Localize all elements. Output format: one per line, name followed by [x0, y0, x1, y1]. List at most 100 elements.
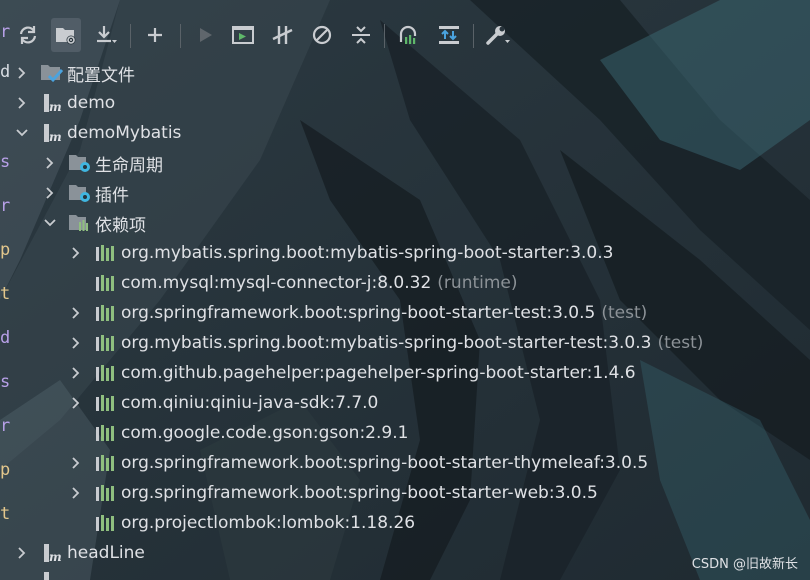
chevron-right-icon[interactable]	[12, 88, 32, 118]
toolbar-separator	[384, 24, 385, 48]
add-icon	[148, 28, 162, 42]
dependency-scope: (runtime)	[437, 273, 518, 293]
show-dependencies-button[interactable]	[394, 18, 424, 52]
tree-node-label: 生命周期	[95, 155, 163, 176]
tree-node-label: demo	[67, 93, 116, 113]
tree-node-project-demo[interactable]: m demo	[12, 88, 115, 118]
analyze-dependencies-button[interactable]	[434, 18, 464, 52]
dependency-item[interactable]: org.projectlombok:lombok:1.18.26	[66, 508, 421, 538]
chevron-right-icon[interactable]	[66, 298, 86, 328]
toolbar-separator	[473, 24, 474, 48]
download-button[interactable]	[91, 18, 121, 52]
code-glyph: r	[0, 416, 11, 436]
chevron-right-icon[interactable]	[40, 178, 60, 208]
generate-sources-button[interactable]	[51, 18, 81, 52]
chevron-right-icon[interactable]	[12, 538, 32, 568]
chevron-right-icon[interactable]	[12, 58, 32, 88]
dependency-label: org.mybatis.spring.boot:mybatis-spring-b…	[121, 243, 614, 263]
run-icon	[200, 28, 212, 42]
tree-node-dependencies[interactable]: 依赖项	[40, 208, 146, 238]
add-button[interactable]	[140, 18, 170, 52]
library-bars-icon	[94, 361, 118, 385]
dependency-label: com.qiniu:qiniu-java-sdk:7.7.0	[121, 393, 379, 413]
dependency-item[interactable]: org.springframework.boot:spring-boot-sta…	[66, 298, 647, 328]
download-icon	[97, 26, 117, 43]
dependency-label: com.github.pagehelper:pagehelper-spring-…	[121, 363, 636, 383]
execute-goal-icon	[232, 26, 254, 44]
lifecycle-folder-gear-icon	[68, 151, 92, 175]
tree-node-project-demomybatis[interactable]: m demoMybatis	[12, 118, 181, 148]
dependencies-folder-icon	[68, 211, 92, 235]
code-glyph: p	[0, 460, 11, 480]
dependency-item[interactable]: com.github.pagehelper:pagehelper-spring-…	[66, 358, 642, 388]
dependency-scope: (test)	[657, 333, 704, 353]
tree-node-partial[interactable]	[12, 568, 67, 580]
library-bars-icon	[94, 511, 118, 535]
tree-node-profiles[interactable]: 配置文件	[12, 58, 135, 88]
code-glyph: s	[0, 152, 11, 172]
dependency-item[interactable]: com.google.code.gson:gson:2.9.1	[66, 418, 414, 448]
tree-node-label: 插件	[95, 185, 129, 206]
editor-gutter-fragment: r d s r p t d s r p t	[0, 0, 10, 580]
run-button[interactable]	[190, 18, 220, 52]
plugins-folder-gear-icon	[68, 181, 92, 205]
reload-all-button[interactable]	[13, 18, 43, 52]
dependency-item[interactable]: org.mybatis.spring.boot:mybatis-spring-b…	[66, 328, 703, 358]
profiles-folder-icon	[40, 61, 64, 85]
maven-module-icon	[40, 568, 64, 580]
code-glyph: s	[0, 372, 11, 392]
dependency-label: org.springframework.boot:spring-boot-sta…	[121, 303, 596, 323]
settings-wrench-icon	[486, 26, 510, 45]
reload-all-icon	[19, 26, 37, 44]
chevron-right-icon[interactable]	[66, 238, 86, 268]
dependency-label: com.google.code.gson:gson:2.9.1	[121, 423, 409, 443]
tree-node-lifecycle[interactable]: 生命周期	[40, 148, 163, 178]
maven-module-icon: m	[40, 91, 64, 115]
toolbar-separator	[180, 24, 181, 48]
library-bars-icon	[94, 451, 118, 475]
chevron-right-icon[interactable]	[40, 148, 60, 178]
watermark: CSDN @旧故新长	[691, 557, 798, 572]
dependency-item[interactable]: com.qiniu:qiniu-java-sdk:7.7.0	[66, 388, 384, 418]
code-glyph: p	[0, 240, 11, 260]
collapse-all-button[interactable]	[346, 18, 376, 52]
toggle-offline-button[interactable]	[268, 18, 298, 52]
generate-sources-icon	[56, 28, 76, 45]
tree-node-plugins[interactable]: 插件	[40, 178, 129, 208]
svg-text:m: m	[49, 130, 62, 144]
toggle-offline-icon	[272, 26, 293, 44]
library-bars-icon	[94, 301, 118, 325]
dependency-label: org.mybatis.spring.boot:mybatis-spring-b…	[121, 333, 652, 353]
skip-tests-icon	[312, 25, 332, 45]
chevron-right-icon[interactable]	[66, 448, 86, 478]
chevron-down-icon[interactable]	[12, 118, 32, 148]
chevron-right-icon[interactable]	[66, 328, 86, 358]
skip-tests-button[interactable]	[307, 18, 337, 52]
dependency-item[interactable]: org.springframework.boot:spring-boot-sta…	[66, 448, 654, 478]
maven-module-icon: m	[40, 541, 64, 565]
no-children-spacer	[66, 268, 86, 298]
analyze-dependencies-icon	[439, 26, 459, 44]
svg-text:m: m	[49, 100, 62, 114]
chevron-right-icon[interactable]	[66, 388, 86, 418]
library-bars-icon	[94, 271, 118, 295]
no-children-spacer	[66, 418, 86, 448]
code-glyph: r	[0, 196, 11, 216]
tree-node-label: headLine	[67, 543, 145, 563]
dependency-label: org.springframework.boot:spring-boot-sta…	[121, 453, 649, 473]
tree-node-project-headline[interactable]: m headLine	[12, 538, 145, 568]
show-dependencies-icon	[399, 25, 417, 44]
toolbar-separator	[130, 24, 131, 48]
dependency-label: org.projectlombok:lombok:1.18.26	[121, 513, 416, 533]
dependency-item[interactable]: org.mybatis.spring.boot:mybatis-spring-b…	[66, 238, 619, 268]
chevron-down-icon[interactable]	[40, 208, 60, 238]
execute-goal-button[interactable]	[228, 18, 258, 52]
library-bars-icon	[94, 421, 118, 445]
chevron-right-icon[interactable]	[12, 568, 32, 580]
dependency-scope: (test)	[601, 303, 648, 323]
chevron-right-icon[interactable]	[66, 478, 86, 508]
settings-button[interactable]	[483, 18, 513, 52]
dependency-item[interactable]: org.springframework.boot:spring-boot-sta…	[66, 478, 604, 508]
dependency-item[interactable]: com.mysql:mysql-connector-j:8.0.32 (runt…	[66, 268, 518, 298]
chevron-right-icon[interactable]	[66, 358, 86, 388]
